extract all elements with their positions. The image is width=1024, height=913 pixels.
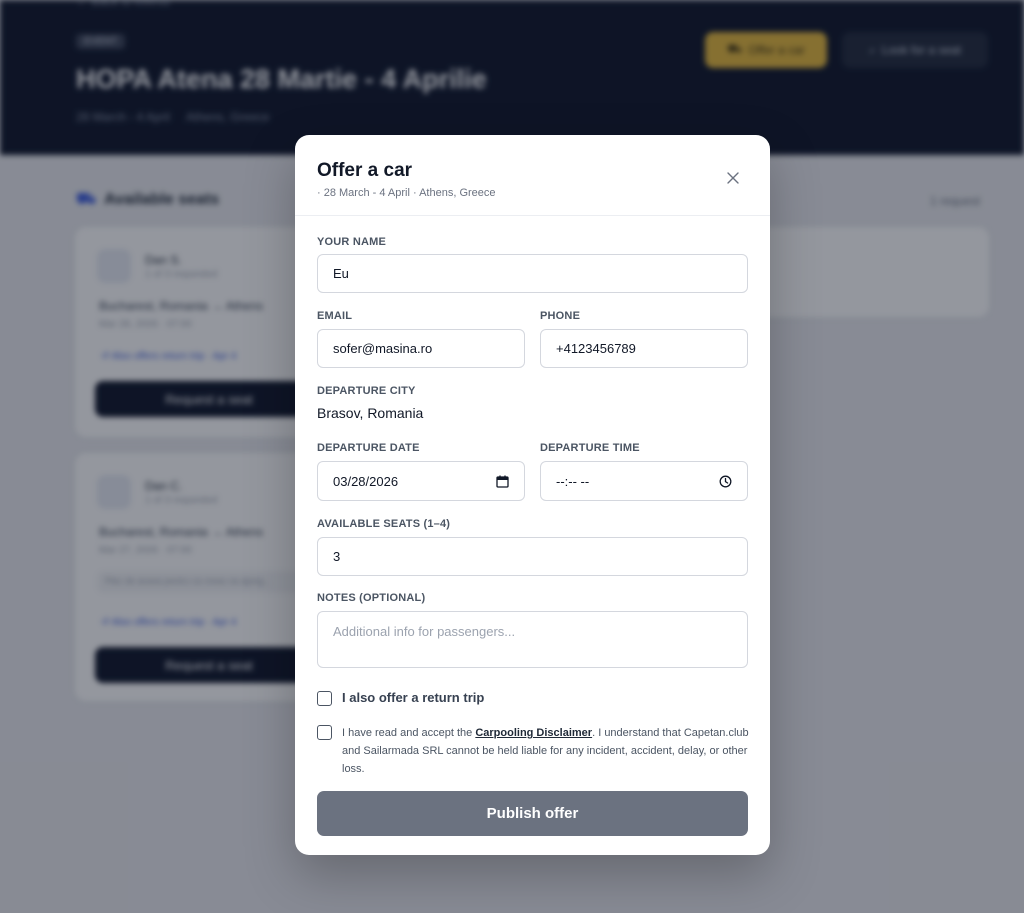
notes-placeholder: Additional info for passengers... bbox=[333, 624, 516, 639]
phone-input[interactable]: +4123456789 bbox=[540, 329, 748, 368]
departure-time-input[interactable]: --:-- -- bbox=[540, 461, 748, 501]
available-seats-input[interactable]: 3 bbox=[317, 537, 748, 576]
notes-label: NOTES (OPTIONAL) bbox=[317, 592, 426, 604]
return-trip-label[interactable]: I also offer a return trip bbox=[342, 690, 484, 705]
name-label: YOUR NAME bbox=[317, 236, 387, 248]
close-icon bbox=[727, 172, 739, 184]
departure-city-label: DEPARTURE CITY bbox=[317, 385, 416, 397]
phone-label: PHONE bbox=[540, 310, 581, 322]
departure-time-value: --:-- -- bbox=[556, 473, 590, 489]
name-input[interactable]: Eu bbox=[317, 254, 748, 293]
disclaimer-checkbox[interactable] bbox=[317, 725, 332, 740]
publish-offer-button[interactable]: Publish offer bbox=[317, 791, 748, 836]
disclaimer-text: I have read and accept the Carpooling Di… bbox=[342, 724, 750, 778]
disclaimer-prefix: I have read and accept the bbox=[342, 727, 476, 739]
calendar-icon[interactable] bbox=[495, 474, 509, 488]
departure-date-value: 03/28/2026 bbox=[333, 473, 399, 489]
available-seats-label: AVAILABLE SEATS (1–4) bbox=[317, 518, 451, 530]
departure-time-label: DEPARTURE TIME bbox=[540, 442, 640, 454]
close-button[interactable] bbox=[721, 166, 745, 190]
email-input[interactable]: sofer@masina.ro bbox=[317, 329, 525, 368]
phone-value: +4123456789 bbox=[556, 341, 636, 356]
departure-date-label: DEPARTURE DATE bbox=[317, 442, 420, 454]
return-trip-checkbox[interactable] bbox=[317, 691, 332, 706]
email-label: EMAIL bbox=[317, 310, 353, 322]
notes-textarea[interactable]: Additional info for passengers... bbox=[317, 611, 748, 668]
carpooling-disclaimer-link[interactable]: Carpooling Disclaimer bbox=[475, 727, 592, 739]
modal-title: Offer a car bbox=[317, 160, 413, 181]
name-value: Eu bbox=[333, 266, 349, 281]
available-seats-value: 3 bbox=[333, 549, 341, 564]
offer-car-modal: Offer a car · 28 March - 4 April · Athen… bbox=[295, 135, 770, 855]
clock-icon[interactable] bbox=[718, 474, 732, 488]
modal-subtitle: · 28 March - 4 April · Athens, Greece bbox=[317, 187, 496, 199]
modal-header: Offer a car · 28 March - 4 April · Athen… bbox=[295, 135, 770, 216]
departure-date-input[interactable]: 03/28/2026 bbox=[317, 461, 525, 501]
email-value: sofer@masina.ro bbox=[333, 341, 433, 356]
departure-city-value: Brasov, Romania bbox=[317, 405, 424, 421]
